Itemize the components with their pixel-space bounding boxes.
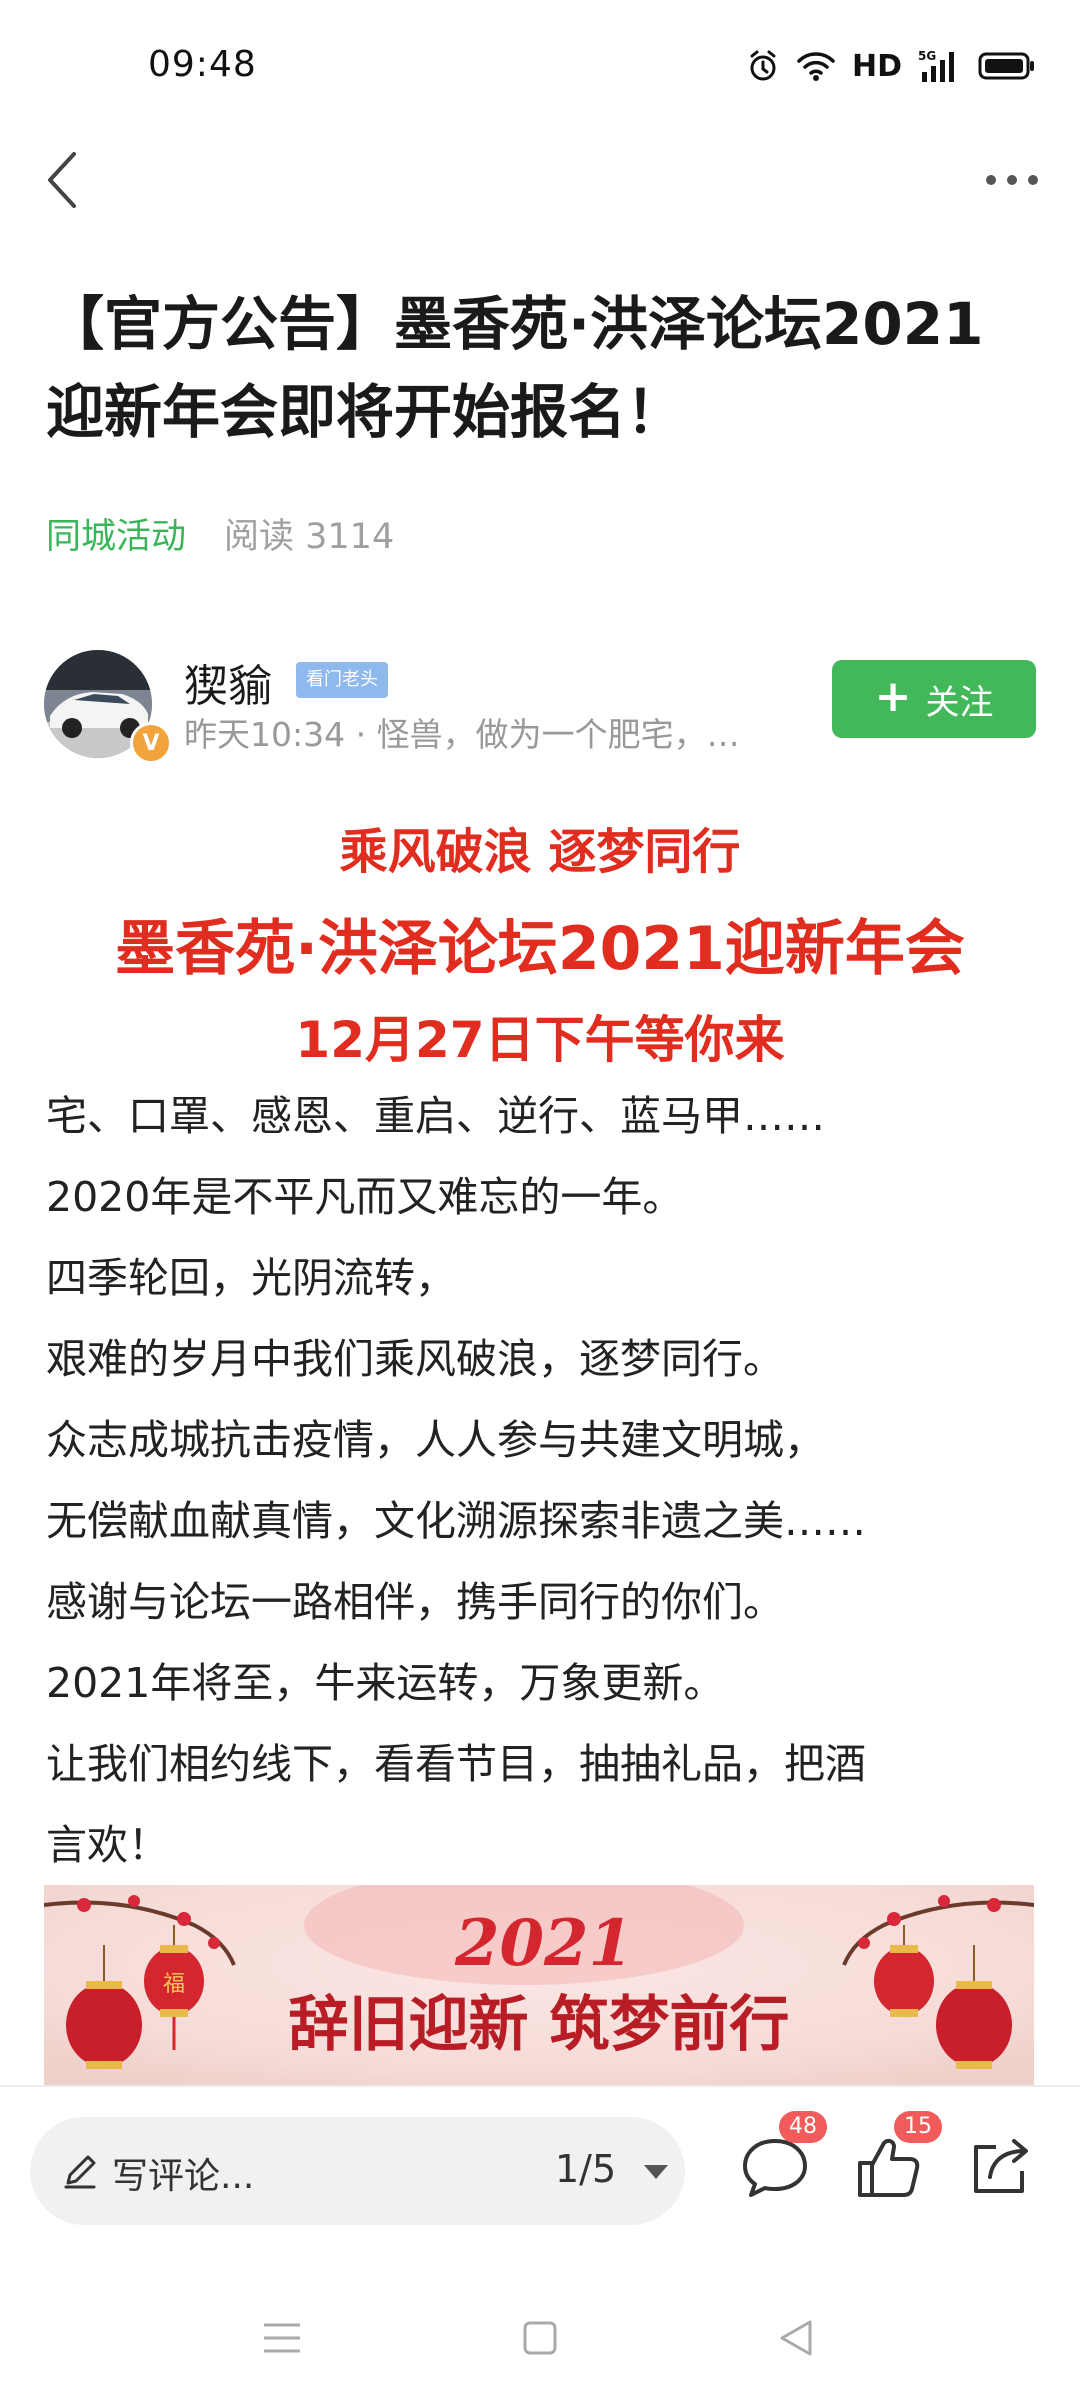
svg-text:5G: 5G	[918, 49, 936, 63]
banner-slogan: 辞旧迎新 筑梦前行	[289, 1990, 790, 2060]
alarm-icon	[746, 49, 780, 83]
author-row: V 猰貐 看门老头 昨天10:34 · 怪兽，做为一个肥宅，… + 关注	[44, 650, 1036, 764]
author-subtitle: 昨天10:34 · 怪兽，做为一个肥宅，…	[184, 715, 740, 754]
system-navigation-bar	[0, 2268, 1080, 2400]
wifi-icon	[796, 49, 836, 83]
verified-icon: V	[130, 722, 172, 764]
share-button[interactable]	[960, 2127, 1040, 2207]
share-icon	[974, 2139, 1028, 2193]
bottom-action-bar: 写评论... 1/5 48 15	[0, 2087, 1080, 2267]
article-banner-image[interactable]: 福 2021 辞旧迎新 筑梦前行	[44, 1885, 1034, 2085]
comment-input[interactable]: 写评论... 1/5	[30, 2117, 685, 2225]
body-line: 2021年将至，牛来运转，万象更新。	[46, 1659, 725, 1707]
lantern-glyph: 福	[163, 1972, 185, 1997]
network-hd-label: HD	[851, 48, 902, 84]
battery-icon	[978, 51, 1036, 81]
headline-slogan: 乘风破浪 逐梦同行	[339, 824, 741, 880]
more-icon	[986, 175, 1038, 185]
read-count: 阅读 3114	[224, 517, 395, 557]
dropdown-arrow-icon[interactable]	[642, 2163, 670, 2181]
body-line: 言欢！	[46, 1821, 169, 1869]
headline-event: 墨香苑·洪泽论坛2021迎新年会	[115, 914, 965, 984]
body-line: 2020年是不平凡而又难忘的一年。	[46, 1173, 684, 1221]
author-name[interactable]: 猰貐	[184, 650, 272, 714]
body-line: 感谢与论坛一路相伴，携手同行的你们。	[46, 1578, 784, 1626]
status-icons: HD 5G	[746, 44, 1036, 88]
like-button[interactable]: 15	[848, 2111, 942, 2207]
plus-icon: +	[874, 671, 912, 722]
nav-bar	[0, 140, 1080, 240]
home-button[interactable]	[510, 2308, 570, 2368]
banner-year: 2021	[454, 1906, 633, 1981]
status-bar: 09:48 HD 5G	[0, 0, 1080, 130]
article-title: 【官方公告】墨香苑·洪泽论坛2021迎新年会即将开始报名！	[46, 290, 984, 446]
body-line: 无偿献血献真情，文化溯源探索非遗之美……	[46, 1497, 866, 1545]
comment-button[interactable]: 48	[735, 2111, 827, 2207]
back-icon	[48, 152, 76, 208]
back-button[interactable]	[22, 140, 102, 220]
category-link[interactable]: 同城活动	[46, 508, 186, 559]
body-line: 艰难的岁月中我们乘风破浪，逐梦同行。	[46, 1335, 784, 1383]
system-back-button[interactable]	[766, 2308, 826, 2368]
home-icon	[523, 2321, 557, 2355]
comment-placeholder: 写评论...	[112, 2156, 255, 2197]
comment-count-badge: 48	[779, 2111, 827, 2143]
author-badge: 看门老头	[296, 662, 388, 698]
recent-apps-button[interactable]	[252, 2308, 312, 2368]
follow-label: 关注	[925, 682, 994, 723]
article-body: 宅、口罩、感恩、重启、逆行、蓝马甲…… 2020年是不平凡而又难忘的一年。 四季…	[46, 1076, 1046, 1886]
like-count-badge: 15	[894, 2111, 942, 2143]
follow-button[interactable]: + 关注	[832, 660, 1036, 738]
pencil-icon	[64, 2155, 96, 2189]
body-line: 四季轮回，光阴流转，	[46, 1254, 456, 1302]
menu-icon	[264, 2323, 300, 2353]
more-button[interactable]	[964, 140, 1060, 220]
article-meta: 同城活动 阅读 3114	[46, 508, 394, 559]
page-indicator[interactable]: 1/5	[555, 2147, 616, 2191]
body-line: 宅、口罩、感恩、重启、逆行、蓝马甲……	[46, 1092, 825, 1140]
nav-back-icon	[780, 2320, 812, 2356]
signal-icon: 5G	[918, 48, 962, 84]
body-line: 众志成城抗击疫情，人人参与共建文明城，	[46, 1416, 825, 1464]
body-line: 让我们相约线下，看看节目，抽抽礼品，把酒	[46, 1740, 866, 1788]
headline-date: 12月27日下午等你来	[295, 1011, 785, 1069]
status-time: 09:48	[148, 44, 257, 85]
